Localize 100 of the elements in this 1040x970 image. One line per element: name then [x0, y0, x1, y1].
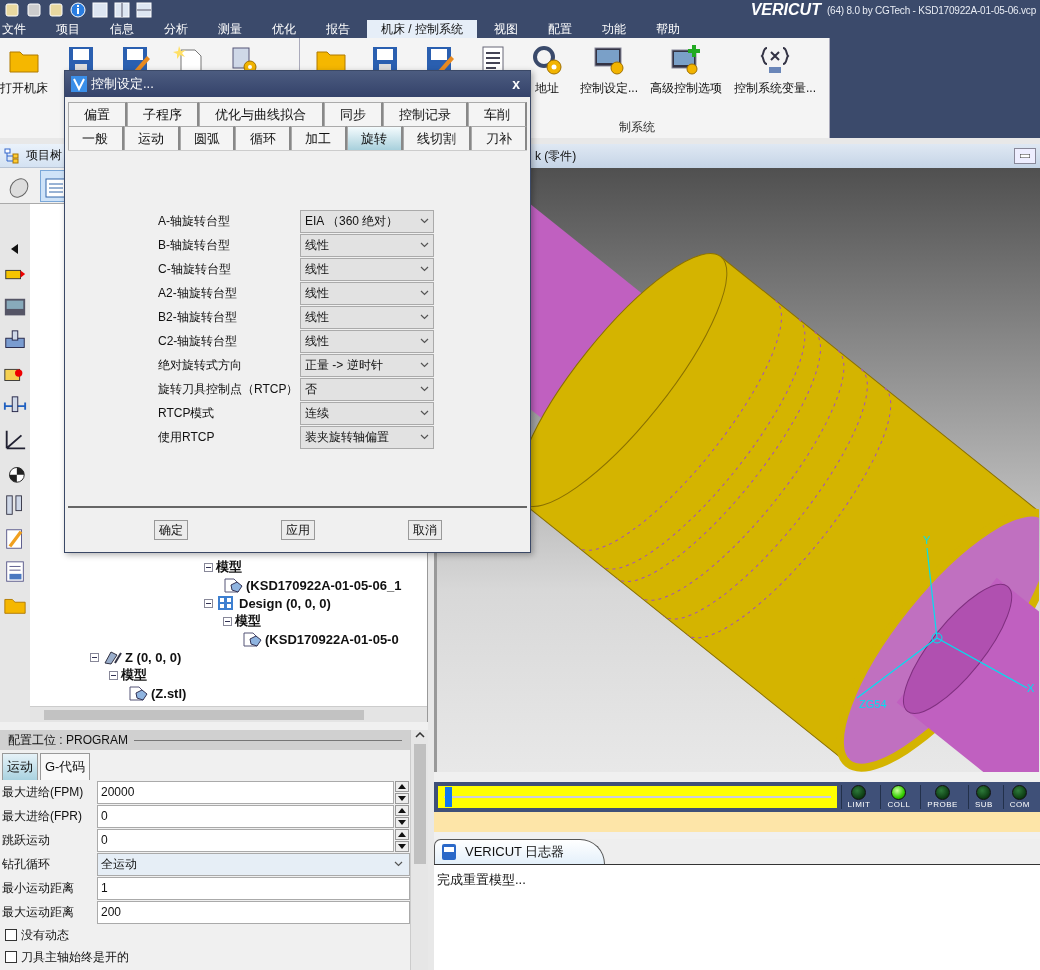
caret-icon: [420, 314, 429, 320]
tab[interactable]: 加工: [291, 126, 347, 150]
tree-item[interactable]: (KSD170922A-01-05-0: [242, 630, 427, 648]
tab[interactable]: 子程序: [127, 102, 200, 126]
collapse-toggle[interactable]: [204, 562, 213, 572]
scrollbar[interactable]: [410, 730, 428, 970]
dialog-button[interactable]: 确定: [154, 520, 188, 540]
menu-item[interactable]: 配置: [535, 20, 585, 38]
checkbox-option[interactable]: 没有动态: [0, 924, 410, 946]
tree-item-label: 模型: [121, 666, 147, 684]
tab[interactable]: 偏置: [68, 102, 128, 126]
status-light-label: PROBE: [927, 800, 958, 809]
tab[interactable]: 优化与曲线拟合: [199, 102, 324, 126]
menu-item[interactable]: 帮助: [643, 20, 693, 38]
tab[interactable]: 同步: [323, 102, 383, 126]
input-field[interactable]: 20000: [97, 780, 394, 804]
model-file-icon: [242, 631, 262, 647]
close-button[interactable]: x: [508, 76, 524, 92]
ribbon-button[interactable]: 高级控制选项: [650, 40, 722, 97]
menu-item[interactable]: 视图: [481, 20, 531, 38]
tab[interactable]: 旋转: [346, 126, 403, 150]
menu-item[interactable]: 报告: [313, 20, 363, 38]
spin-down-button[interactable]: [395, 792, 409, 804]
tree-item[interactable]: (KSD170922A-01-05-06_1: [223, 576, 427, 594]
dropdown[interactable]: 线性: [300, 257, 434, 281]
dialog-title: 控制设定...: [91, 75, 155, 93]
book-icon: [441, 843, 457, 861]
spin-up-button[interactable]: [395, 828, 409, 840]
ribbon-button[interactable]: 打开机床: [0, 40, 48, 97]
tree-item[interactable]: 模型: [223, 612, 427, 630]
ribbon-button[interactable]: 控制系统变量...: [734, 40, 817, 97]
checkbox[interactable]: [5, 929, 17, 941]
menu-item[interactable]: 文件: [0, 20, 39, 38]
scroll-up-icon[interactable]: [414, 732, 425, 738]
panel-title: 项目树: [26, 147, 62, 164]
menu-item[interactable]: 机床 / 控制系统: [367, 20, 477, 38]
checkbox[interactable]: [5, 951, 17, 963]
axis-label: ZG54: [859, 698, 887, 710]
field-label: 钻孔循环: [1, 855, 51, 873]
tab[interactable]: 运动: [2, 753, 38, 780]
slider-thumb[interactable]: [444, 787, 452, 807]
menu-item[interactable]: 分析: [151, 20, 201, 38]
input-field[interactable]: 1: [97, 876, 410, 900]
dropdown[interactable]: 连续: [300, 401, 434, 425]
dropdown[interactable]: 否: [300, 377, 434, 401]
spin-up-button[interactable]: [395, 804, 409, 816]
menu-item[interactable]: 信息: [97, 20, 147, 38]
ribbon-button[interactable]: 地址: [526, 40, 568, 97]
tab[interactable]: 循环: [235, 126, 291, 150]
tree-item[interactable]: Design (0, 0, 0): [204, 594, 427, 612]
tab[interactable]: 车削: [467, 102, 528, 126]
field-label: 绝对旋转式方向: [158, 356, 243, 374]
down-triangle-icon: [398, 843, 406, 849]
minimize-icon: [1020, 154, 1030, 158]
spin-down-button[interactable]: [395, 840, 409, 852]
dropdown[interactable]: 线性: [300, 329, 434, 353]
tab[interactable]: 圆弧: [179, 126, 236, 150]
info-icon[interactable]: [70, 2, 86, 18]
dropdown[interactable]: 线性: [300, 305, 434, 329]
tab[interactable]: 一般: [68, 126, 124, 150]
tree-item[interactable]: Z (0, 0, 0): [90, 648, 427, 666]
dropdown[interactable]: 全运动: [97, 852, 410, 876]
checkbox-label: 没有动态: [21, 926, 69, 944]
dropdown[interactable]: 线性: [300, 233, 434, 257]
progress-slider[interactable]: [438, 786, 837, 808]
ribbon-button[interactable]: 控制设定...: [580, 40, 638, 97]
dropdown[interactable]: EIA （360 绝对）: [300, 209, 434, 233]
window-title: (64) 8.0 by CGTech - KSD170922A-01-05-06.vcp: [826, 4, 1036, 16]
caret-icon: [420, 434, 429, 440]
field-label: RTCP模式: [158, 404, 216, 422]
dropdown[interactable]: 线性: [300, 281, 434, 305]
menu-item[interactable]: 功能: [589, 20, 639, 38]
tab[interactable]: 运动: [123, 126, 180, 150]
scrollbar[interactable]: [30, 706, 427, 722]
tree-item-label: Design (0, 0, 0): [239, 595, 331, 611]
field-label: 使用RTCP: [158, 428, 216, 446]
checkbox-option[interactable]: 刀具主轴始终是开的: [0, 946, 410, 968]
menu-item[interactable]: 优化: [259, 20, 309, 38]
spin-down-button[interactable]: [395, 816, 409, 828]
spin-up-button[interactable]: [395, 780, 409, 792]
minimize-button[interactable]: [1014, 148, 1036, 164]
dropdown[interactable]: 装夹旋转轴偏置: [300, 425, 434, 449]
tree-item[interactable]: (Z.stl): [128, 684, 427, 702]
input-field[interactable]: 0: [97, 828, 394, 852]
tree-item[interactable]: 模型: [204, 558, 427, 576]
input-field[interactable]: 200: [97, 900, 410, 924]
tab[interactable]: G-代码: [40, 753, 91, 780]
model-file-icon: [128, 685, 148, 701]
menu-item[interactable]: 项目: [43, 20, 93, 38]
log-tab[interactable]: VERICUT 日志器: [434, 839, 606, 864]
collapse-arrow-icon[interactable]: [11, 244, 19, 254]
dropdown[interactable]: 正量 -> 逆时针: [300, 353, 434, 377]
tab[interactable]: 刀补: [471, 126, 527, 150]
dialog-button[interactable]: 应用: [281, 520, 315, 540]
tree-item[interactable]: 模型: [109, 666, 427, 684]
tab[interactable]: 控制记录: [382, 102, 468, 126]
input-field[interactable]: 0: [97, 804, 394, 828]
menu-item[interactable]: 测量: [205, 20, 255, 38]
dialog-button[interactable]: 取消: [408, 520, 442, 540]
tab[interactable]: 线切割: [402, 126, 472, 150]
